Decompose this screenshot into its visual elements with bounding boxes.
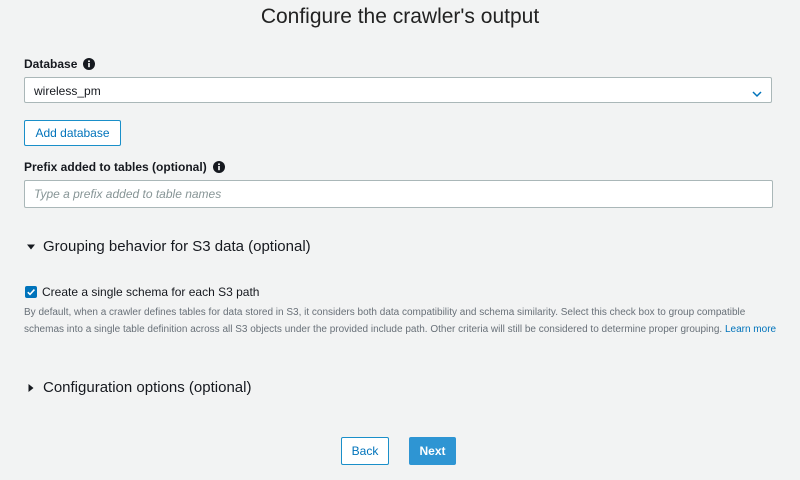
grouping-section-header[interactable]: Grouping behavior for S3 data (optional) bbox=[26, 238, 311, 255]
database-select[interactable]: wireless_pm bbox=[24, 77, 772, 103]
prefix-label: Prefix added to tables (optional) bbox=[24, 160, 207, 174]
caret-right-icon bbox=[26, 383, 36, 393]
database-selected-value: wireless_pm bbox=[34, 84, 101, 98]
single-schema-checkbox[interactable] bbox=[25, 286, 37, 298]
page-title: Configure the crawler's output bbox=[260, 5, 540, 28]
grouping-section-title: Grouping behavior for S3 data (optional) bbox=[43, 238, 311, 255]
database-label: Database bbox=[24, 57, 78, 71]
back-button[interactable]: Back bbox=[341, 437, 389, 465]
info-icon[interactable] bbox=[212, 161, 225, 173]
prefix-label-row: Prefix added to tables (optional) bbox=[24, 160, 225, 174]
database-label-row: Database bbox=[24, 57, 96, 71]
configuration-section-header[interactable]: Configuration options (optional) bbox=[26, 379, 251, 396]
caret-down-icon bbox=[26, 242, 36, 252]
add-database-button[interactable]: Add database bbox=[24, 120, 121, 146]
info-icon[interactable] bbox=[83, 58, 96, 70]
configuration-section-title: Configuration options (optional) bbox=[43, 379, 252, 396]
grouping-description: By default, when a crawler defines table… bbox=[24, 304, 784, 338]
checkmark-icon bbox=[27, 289, 35, 296]
next-button[interactable]: Next bbox=[409, 437, 456, 465]
grouping-description-text: By default, when a crawler defines table… bbox=[24, 307, 746, 335]
learn-more-link[interactable]: Learn more bbox=[725, 324, 776, 335]
prefix-input[interactable] bbox=[24, 180, 773, 208]
single-schema-checkbox-label[interactable]: Create a single schema for each S3 path bbox=[42, 285, 259, 299]
single-schema-checkbox-row: Create a single schema for each S3 path bbox=[25, 285, 259, 299]
chevron-down-icon bbox=[751, 86, 763, 98]
